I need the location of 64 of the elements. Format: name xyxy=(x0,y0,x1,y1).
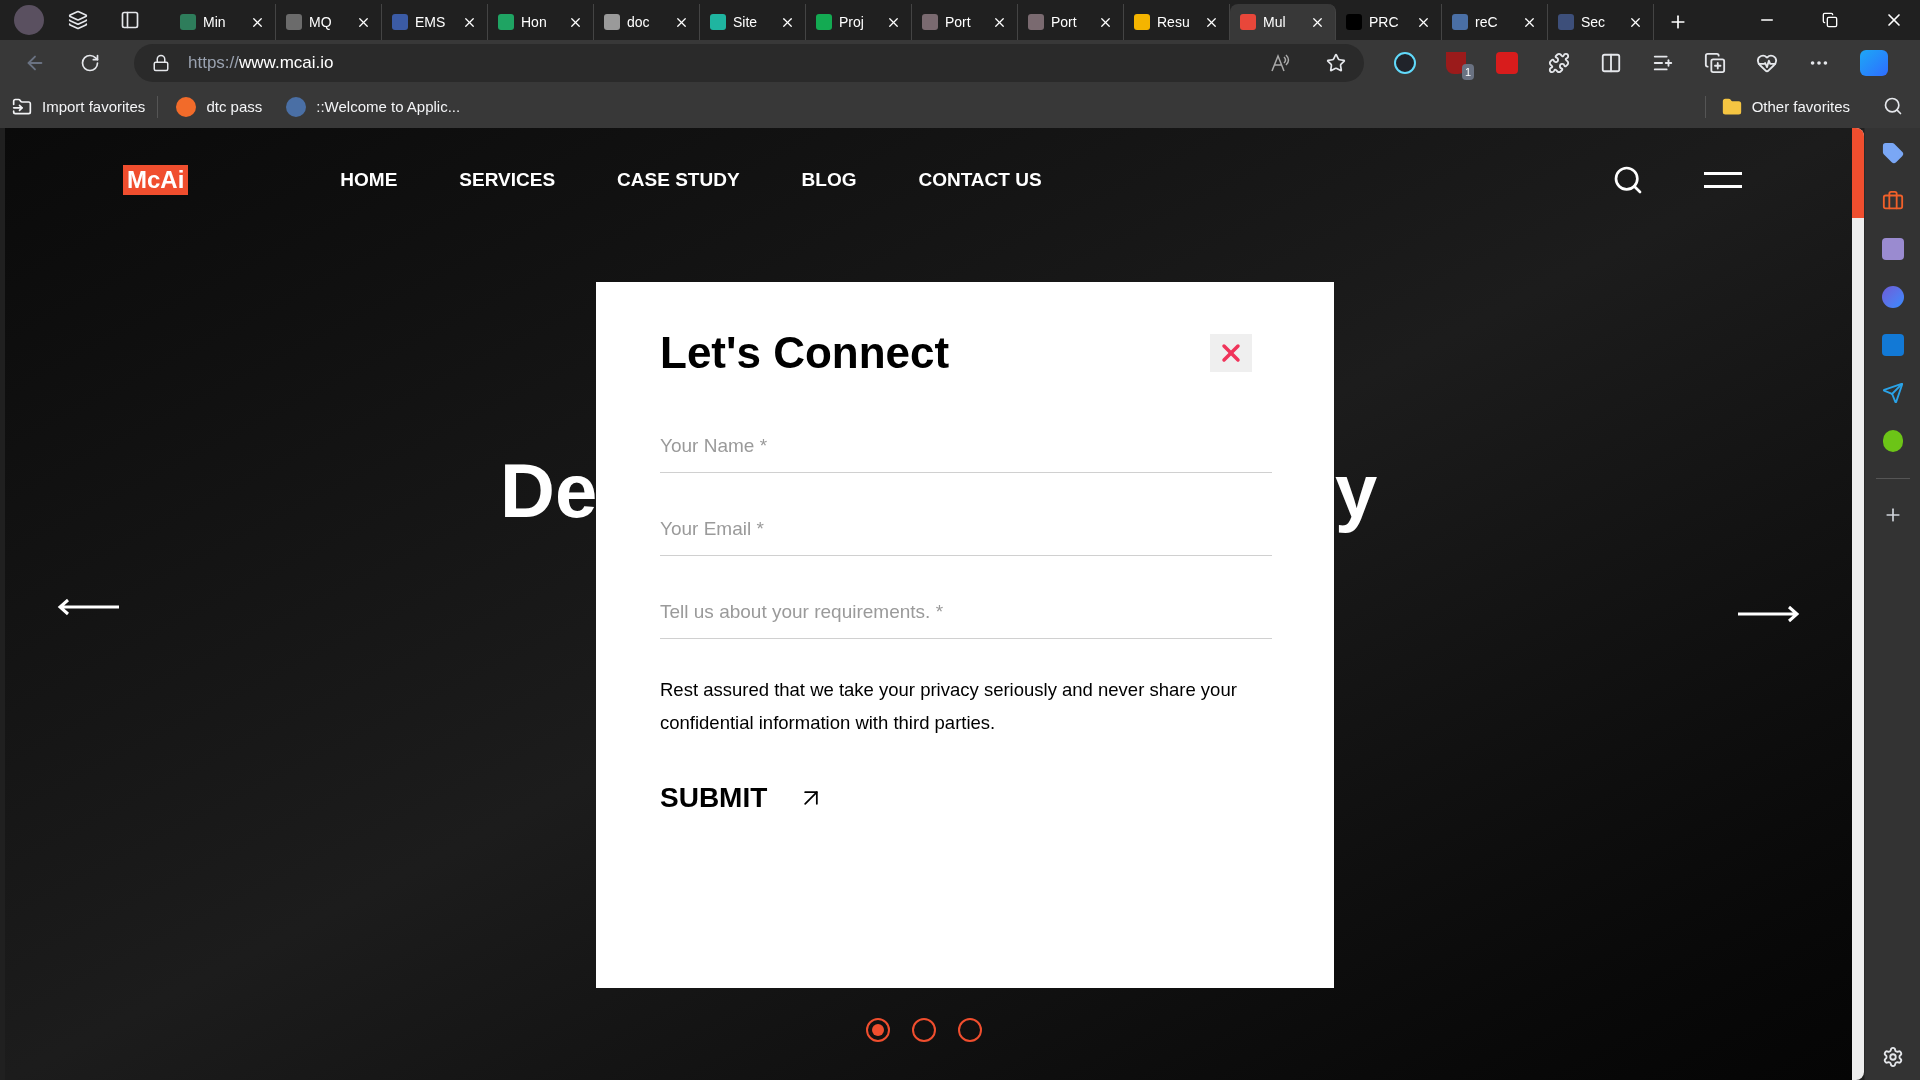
tab-title: reC xyxy=(1475,12,1498,32)
bookmark-label: Import favorites xyxy=(42,96,146,117)
read-aloud-icon[interactable] xyxy=(1270,53,1290,73)
input-field[interactable]: Your Email * xyxy=(660,503,1272,556)
site-logo[interactable]: McAi xyxy=(123,165,189,195)
tab-title: Proj xyxy=(839,12,864,32)
shield-extension-icon[interactable] xyxy=(1446,52,1466,74)
tab-title: PRC xyxy=(1369,12,1399,32)
tab-title: doc xyxy=(627,12,650,32)
url-text: https://www.mcai.io xyxy=(188,52,334,75)
nav-link[interactable]: SERVICES xyxy=(459,165,556,195)
submit-button[interactable]: SUBMIT xyxy=(660,777,826,819)
tab-title: Mul xyxy=(1263,12,1286,32)
bookmark-label: dtc pass xyxy=(206,96,263,117)
address-bar[interactable]: https://www.mcai.io xyxy=(134,44,1364,82)
tab-title: Port xyxy=(1051,12,1077,32)
settings-icon[interactable] xyxy=(1881,1046,1904,1068)
import-icon xyxy=(12,97,32,117)
privacy-note: Rest assured that we take your privacy seriously and never share your confidential information with third parties. xyxy=(660,678,1238,735)
tag-icon[interactable] xyxy=(1881,142,1904,164)
tab-title: Site xyxy=(733,12,758,32)
send-icon[interactable] xyxy=(1881,382,1904,404)
health-icon[interactable] xyxy=(1756,52,1778,74)
bookmark-item[interactable]: Import favorites xyxy=(0,95,159,119)
tab-title: EMS xyxy=(415,12,446,32)
input-field[interactable]: Your Name * xyxy=(660,420,1272,473)
bookmark-label: ::Welcome to Applic... xyxy=(316,96,461,117)
nav-link[interactable]: BLOG xyxy=(801,165,857,195)
restore-icon[interactable] xyxy=(1822,12,1838,28)
extensions-icon[interactable] xyxy=(1548,52,1570,74)
left-arrow-icon[interactable] xyxy=(57,598,121,616)
search-icon[interactable] xyxy=(1882,96,1903,116)
right-arrow-icon[interactable] xyxy=(1736,605,1800,623)
hero-heading: De xyxy=(500,453,598,529)
tab-title: MQ xyxy=(309,12,332,32)
reload-icon[interactable] xyxy=(80,53,100,73)
scrollbar[interactable] xyxy=(1852,128,1864,1080)
bookmark-item[interactable]: ::Welcome to Applic... xyxy=(274,95,473,119)
modal-title: Let's Connect xyxy=(660,327,950,379)
bookmark-item[interactable]: dtc pass xyxy=(164,95,275,119)
tab-title: Port xyxy=(945,12,971,32)
browser-tab[interactable]: Mul xyxy=(1230,4,1336,40)
input-field[interactable]: Tell us about your requirements. * xyxy=(660,586,1272,639)
nav-link[interactable]: CONTACT US xyxy=(918,165,1042,195)
folder-icon xyxy=(1721,97,1742,117)
lock-icon xyxy=(152,54,170,72)
favicon-icon xyxy=(176,97,197,117)
search-icon[interactable] xyxy=(1612,164,1644,196)
split-screen-icon[interactable] xyxy=(1600,52,1622,74)
favicon-icon xyxy=(286,97,307,117)
menu-icon[interactable] xyxy=(1704,172,1742,188)
nav-link[interactable]: HOME xyxy=(340,165,398,195)
workspaces-icon[interactable] xyxy=(68,10,88,30)
tab-title: Min xyxy=(203,12,226,32)
tab-title: Sec xyxy=(1581,12,1606,32)
nav-link[interactable]: CASE STUDY xyxy=(617,165,740,195)
other-favorites[interactable]: Other favorites xyxy=(1704,95,1850,119)
favorite-star-icon[interactable] xyxy=(1326,53,1346,73)
tab-title: Hon xyxy=(521,12,547,32)
tab-title: Resu xyxy=(1157,12,1190,32)
close-button[interactable] xyxy=(1210,334,1252,372)
collections-icon[interactable] xyxy=(1704,52,1726,74)
tab-actions-icon[interactable] xyxy=(120,10,140,30)
toolbox-icon[interactable] xyxy=(1881,190,1904,212)
